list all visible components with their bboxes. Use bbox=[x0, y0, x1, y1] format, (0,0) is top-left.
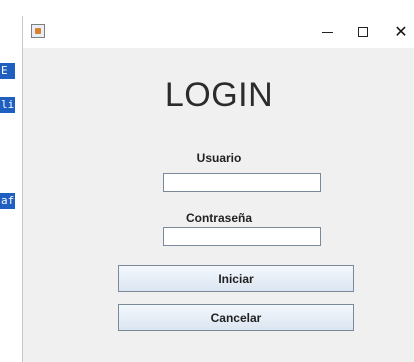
username-label: Usuario bbox=[196, 151, 242, 165]
login-window: ✕ LOGIN Usuario Contraseña Iniciar Cance… bbox=[22, 16, 414, 362]
close-icon: ✕ bbox=[394, 24, 408, 41]
background-window: E li af bbox=[0, 0, 22, 362]
background-text-fragment: E bbox=[0, 63, 15, 79]
background-text-fragment: af bbox=[0, 193, 15, 209]
background-text-fragment: li bbox=[0, 97, 15, 113]
title-bar[interactable]: ✕ bbox=[23, 16, 414, 48]
password-field[interactable] bbox=[163, 227, 321, 246]
login-heading: LOGIN bbox=[164, 76, 274, 114]
login-button[interactable]: Iniciar bbox=[118, 265, 354, 292]
close-button[interactable]: ✕ bbox=[379, 16, 414, 48]
minimize-icon bbox=[321, 31, 333, 33]
username-field[interactable] bbox=[163, 173, 321, 192]
maximize-icon bbox=[358, 27, 368, 37]
password-label: Contraseña bbox=[185, 211, 253, 225]
cancel-button[interactable]: Cancelar bbox=[118, 304, 354, 331]
java-app-icon[interactable] bbox=[31, 24, 45, 38]
